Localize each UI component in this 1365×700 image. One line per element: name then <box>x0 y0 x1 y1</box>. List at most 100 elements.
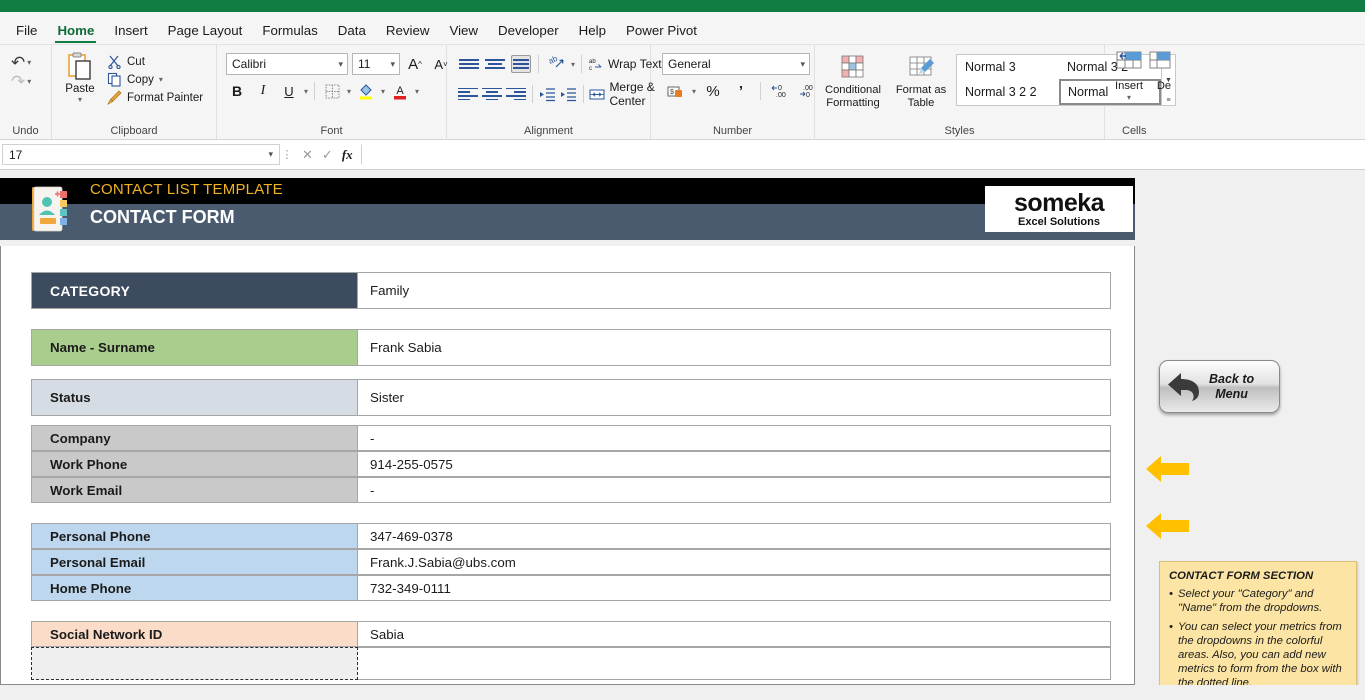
tab-formulas[interactable]: Formulas <box>252 19 327 44</box>
group-label-clipboard: Clipboard <box>110 125 158 137</box>
tab-data[interactable]: Data <box>328 19 376 44</box>
tab-view[interactable]: View <box>439 19 488 44</box>
group-label-alignment: Alignment <box>524 125 573 137</box>
chevron-down-icon[interactable]: ▾ <box>268 149 273 160</box>
format-as-table-button[interactable]: Format as Table <box>892 54 950 109</box>
cut-button[interactable]: Cut <box>107 54 203 70</box>
svg-text:.00: .00 <box>776 92 786 99</box>
check-icon[interactable]: ✓ <box>322 147 333 163</box>
form-value-personal-phone[interactable]: 347-469-0378 <box>358 523 1111 549</box>
someka-logo-tagline: Excel Solutions <box>1018 215 1100 228</box>
formula-bar-grip[interactable]: ⋮ <box>280 148 294 161</box>
delete-cells-button[interactable]: De <box>1148 50 1180 93</box>
merge-cells-icon <box>589 87 605 102</box>
divider <box>582 85 584 103</box>
insert-cells-button[interactable]: Insert ▾ <box>1110 50 1148 102</box>
comma-style-button[interactable]: ’ <box>730 80 752 102</box>
tab-file[interactable]: File <box>6 19 47 44</box>
form-value-status[interactable]: Sister <box>358 379 1111 416</box>
font-name-combo[interactable]: Calibri ▾ <box>226 53 348 75</box>
tab-review[interactable]: Review <box>376 19 440 44</box>
form-value-personal-email[interactable]: Frank.J.Sabia@ubs.com <box>358 549 1111 575</box>
align-top-button[interactable] <box>458 53 480 75</box>
fill-color-button[interactable] <box>355 80 377 102</box>
undo-button[interactable]: ↶ ▾ <box>11 54 31 71</box>
tab-power-pivot[interactable]: Power Pivot <box>616 19 707 44</box>
decrease-indent-button[interactable] <box>539 83 556 105</box>
chevron-down-icon[interactable]: ▾ <box>27 77 31 86</box>
number-format-combo[interactable]: General ▾ <box>662 53 810 75</box>
tab-help[interactable]: Help <box>569 19 616 44</box>
formula-input[interactable] <box>360 144 1365 165</box>
name-box-value: 17 <box>9 147 23 162</box>
form-label-work-email: Work Email <box>31 477 358 503</box>
italic-button[interactable]: I <box>252 80 274 102</box>
form-label-category: CATEGORY <box>31 272 358 309</box>
form-label-company: Company <box>31 425 358 451</box>
add-new-metric-dashed-box[interactable] <box>31 647 358 680</box>
form-value-category[interactable]: Family <box>358 272 1111 309</box>
divider <box>760 82 762 100</box>
svg-text:.00: .00 <box>803 85 813 92</box>
chevron-down-icon[interactable]: ▾ <box>571 60 575 69</box>
increase-decimal-button[interactable]: 0.00 <box>769 80 791 102</box>
bold-button[interactable]: B <box>226 80 248 102</box>
chevron-down-icon[interactable]: ▾ <box>381 87 385 96</box>
align-left-button[interactable] <box>458 83 478 105</box>
form-label-social-network-id: Social Network ID <box>31 621 358 647</box>
paste-button[interactable]: Paste ▾ <box>57 50 103 104</box>
align-center-button[interactable] <box>482 83 502 105</box>
orientation-button[interactable]: ab <box>545 53 567 75</box>
format-as-table-label: Format as Table <box>895 84 947 109</box>
cancel-x-icon[interactable]: ✕ <box>302 147 313 163</box>
form-value-company[interactable]: - <box>358 425 1111 451</box>
form-value-social-network-id[interactable]: Sabia <box>358 621 1111 647</box>
redo-button[interactable]: ↷ ▾ <box>11 73 31 90</box>
tab-developer[interactable]: Developer <box>488 19 569 44</box>
increase-font-size-button[interactable]: A ^ <box>404 53 426 75</box>
align-right-button[interactable] <box>506 83 526 105</box>
chevron-down-icon[interactable]: ▾ <box>159 75 163 84</box>
form-value-name-surname[interactable]: Frank Sabia <box>358 329 1111 366</box>
chevron-down-icon[interactable]: ▾ <box>78 95 82 104</box>
name-box[interactable]: 17 ▾ <box>2 144 280 165</box>
insert-cells-label: Insert <box>1115 80 1143 92</box>
chevron-down-icon[interactable]: ▾ <box>347 87 351 96</box>
conditional-formatting-button[interactable]: Conditional Formatting <box>820 54 886 109</box>
style-normal-3[interactable]: Normal 3 <box>957 55 1059 79</box>
form-value-work-email[interactable]: - <box>358 477 1111 503</box>
increase-indent-button[interactable] <box>560 83 577 105</box>
format-painter-label: Format Painter <box>127 91 204 104</box>
formula-bar: 17 ▾ ⋮ ✕ ✓ fx <box>0 140 1365 170</box>
tab-insert[interactable]: Insert <box>104 19 157 44</box>
back-to-menu-button[interactable]: Back to Menu <box>1159 360 1280 413</box>
align-bottom-button[interactable] <box>510 53 532 75</box>
copy-button[interactable]: Copy ▾ <box>107 72 203 87</box>
style-normal-3-2-2[interactable]: Normal 3 2 2 <box>957 79 1059 105</box>
chevron-down-icon[interactable]: ▾ <box>27 58 31 67</box>
align-middle-button[interactable] <box>484 53 506 75</box>
chevron-down-icon[interactable]: ▾ <box>415 87 419 96</box>
chevron-down-icon[interactable]: ▾ <box>692 87 696 96</box>
form-value-home-phone[interactable]: 732-349-0111 <box>358 575 1111 601</box>
fx-icon[interactable]: fx <box>342 147 353 163</box>
tab-page-layout[interactable]: Page Layout <box>158 19 253 44</box>
underline-button[interactable]: U <box>278 80 300 102</box>
add-new-metric-value-cell[interactable] <box>358 647 1111 680</box>
font-color-button[interactable]: A <box>389 80 411 102</box>
tab-home[interactable]: Home <box>47 19 104 44</box>
ribbon-group-cells: Insert ▾ De Cells <box>1105 45 1185 139</box>
title-bar-strip <box>0 0 1365 12</box>
percent-style-button[interactable]: % <box>702 80 724 102</box>
accounting-format-button[interactable]: $ <box>664 80 686 102</box>
ribbon-group-undo: ↶ ▾ ↷ ▾ Undo <box>0 45 52 139</box>
form-value-work-phone[interactable]: 914-255-0575 <box>358 451 1111 477</box>
chevron-down-icon[interactable]: ▾ <box>304 87 308 96</box>
font-size-combo[interactable]: 11 ▾ <box>352 53 400 75</box>
form-row-name-surname: Name - Surname Frank Sabia <box>31 329 1111 366</box>
format-painter-button[interactable]: Format Painter <box>106 90 204 106</box>
banner-subtitle: CONTACT LIST TEMPLATE <box>90 181 283 198</box>
borders-button[interactable] <box>321 80 343 102</box>
form-label-home-phone: Home Phone <box>31 575 358 601</box>
chevron-down-icon[interactable]: ▾ <box>1127 93 1131 102</box>
